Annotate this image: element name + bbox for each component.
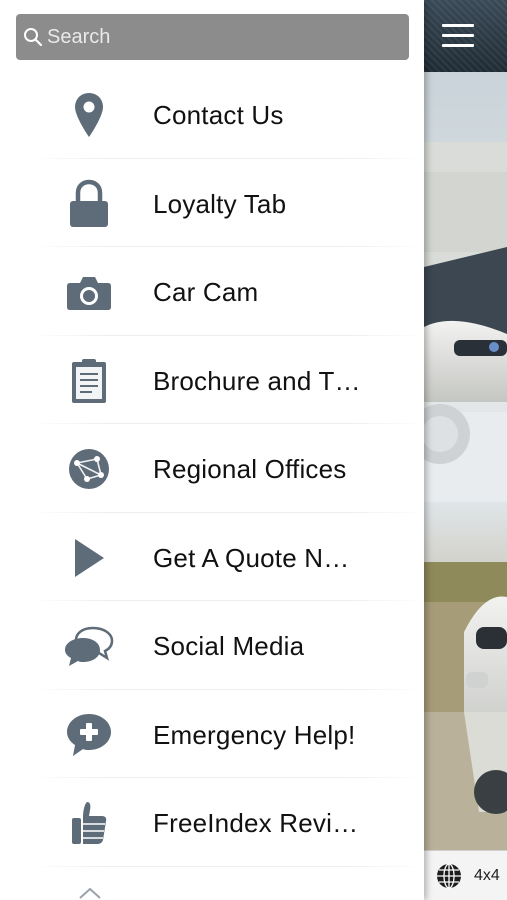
menu-item-label: Get A Quote N… <box>153 542 350 573</box>
search-input[interactable] <box>47 14 397 60</box>
menu-item-emergency-help[interactable]: Emergency Help! <box>0 690 424 779</box>
camera-icon <box>62 269 116 315</box>
thumbs-up-icon <box>62 800 116 846</box>
chevron-up-icon <box>79 887 101 899</box>
main-content-pane: 4x4 <box>424 0 507 900</box>
menu-item-contact-us[interactable]: Contact Us <box>0 70 424 159</box>
menu-item-label: Regional Offices <box>153 454 347 484</box>
chat-bubbles-icon <box>62 623 116 669</box>
menu-item-label: Social Media <box>153 631 305 661</box>
menu-item-label: Loyalty Tab <box>153 188 287 219</box>
lock-icon <box>62 179 116 227</box>
globe-network-icon <box>62 446 116 492</box>
menu-item-regional-offices[interactable]: Regional Offices <box>0 424 424 513</box>
location-pin-icon <box>62 92 116 138</box>
clipboard-icon <box>62 358 116 404</box>
menu-item-label: Brochure and T… <box>153 365 361 396</box>
menu-item-brochure[interactable]: Brochure and T… <box>0 336 424 425</box>
menu-item-label: Emergency Help! <box>153 719 356 750</box>
menu-item-loyalty-tab[interactable]: Loyalty Tab <box>0 159 424 248</box>
bottom-bar: 4x4 <box>424 850 507 900</box>
bottom-bar-label: 4x4 <box>474 867 500 884</box>
top-nav-bar <box>424 0 507 72</box>
menu-item-get-a-quote[interactable]: Get A Quote N… <box>0 513 424 602</box>
play-icon <box>62 535 116 581</box>
menu-item-label: Contact Us <box>153 100 284 130</box>
search-icon <box>24 28 43 47</box>
side-drawer: Contact Us Loyalty Tab Car Cam <box>0 0 424 900</box>
hamburger-menu-icon[interactable] <box>442 24 474 48</box>
globe-icon[interactable] <box>436 863 462 889</box>
menu-item-label: FreeIndex Revi… <box>153 808 359 838</box>
chat-plus-icon <box>62 712 116 758</box>
drawer-menu: Contact Us Loyalty Tab Car Cam Brochure … <box>0 70 424 867</box>
menu-item-label: Car Cam <box>153 277 259 307</box>
search-bar <box>16 14 409 60</box>
menu-item-car-cam[interactable]: Car Cam <box>0 247 424 336</box>
menu-item-social-media[interactable]: Social Media <box>0 601 424 690</box>
vehicle-banner-image <box>424 72 507 850</box>
menu-item-freeindex-reviews[interactable]: FreeIndex Revi… <box>0 778 424 867</box>
